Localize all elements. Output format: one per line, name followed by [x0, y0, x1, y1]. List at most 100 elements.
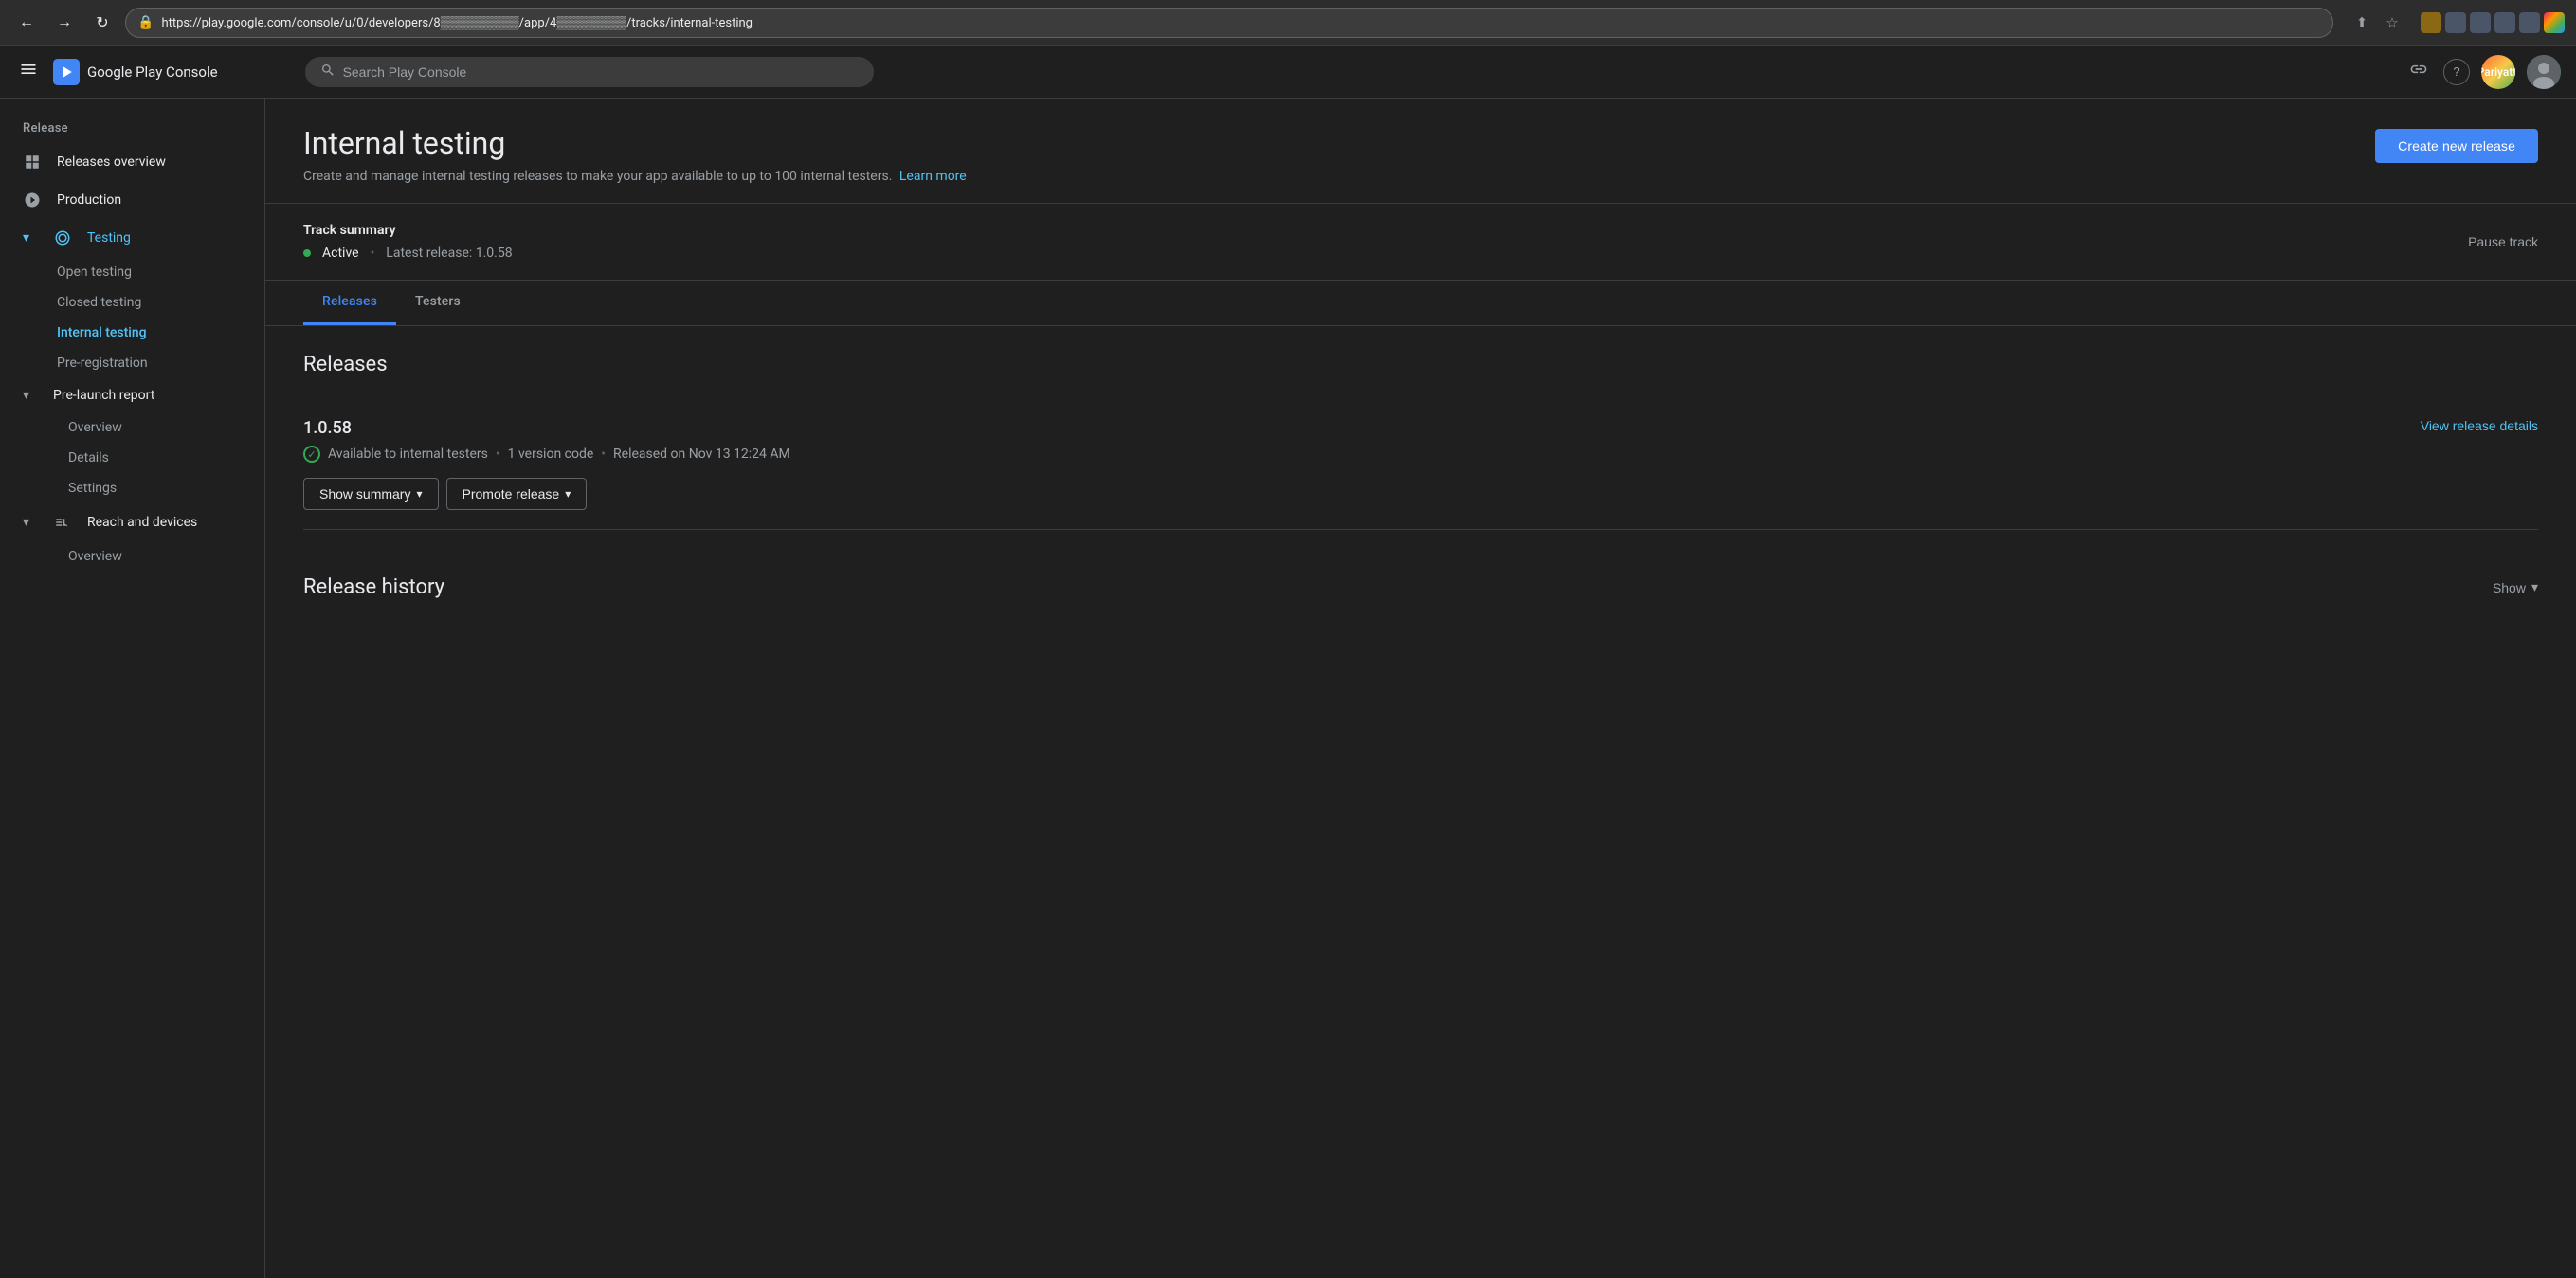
- open-testing-label: Open testing: [57, 265, 132, 280]
- sidebar-item-internal-testing[interactable]: Internal testing: [0, 318, 253, 348]
- overview-label: Overview: [68, 420, 122, 435]
- promote-release-button[interactable]: Promote release ▾: [446, 478, 588, 510]
- reach-devices-label: Reach and devices: [87, 515, 197, 530]
- global-nav: Google Play Console ? Pariyatti: [0, 46, 2576, 99]
- play-console-logo-icon: [53, 59, 80, 85]
- app-logo: Google Play Console: [53, 59, 218, 85]
- testing-chevron: ▾: [23, 230, 38, 246]
- show-history-button[interactable]: Show ▾: [2493, 579, 2538, 595]
- browser-actions: ⬆ ☆: [2349, 9, 2405, 36]
- app-icon[interactable]: Pariyatti: [2481, 55, 2515, 89]
- promote-chevron: ▾: [565, 487, 571, 501]
- testing-label: Testing: [87, 230, 131, 246]
- search-input[interactable]: [343, 64, 859, 80]
- settings-label: Settings: [68, 481, 117, 496]
- view-release-details-link[interactable]: View release details: [2421, 418, 2538, 433]
- closed-testing-label: Closed testing: [57, 295, 141, 310]
- show-summary-chevron: ▾: [416, 487, 422, 501]
- release-header-row: 1.0.58 View release details: [303, 418, 2538, 438]
- reach-chevron: ▾: [23, 515, 38, 530]
- version-code: 1 version code: [508, 447, 594, 462]
- sidebar-item-production[interactable]: Production: [0, 181, 253, 219]
- track-summary: Track summary Active • Latest release: 1…: [265, 204, 2576, 281]
- hamburger-button[interactable]: [15, 56, 42, 88]
- tab-releases[interactable]: Releases: [303, 281, 396, 325]
- details-label: Details: [68, 450, 109, 466]
- app-display-name: Pariyatti: [2481, 65, 2515, 79]
- track-summary-title: Track summary: [303, 223, 513, 238]
- release-status-row: ✓ Available to internal testers • 1 vers…: [303, 446, 2538, 463]
- sidebar-item-details[interactable]: Details: [0, 443, 253, 473]
- sidebar-item-pre-registration[interactable]: Pre-registration: [0, 348, 253, 378]
- show-history-chevron: ▾: [2531, 579, 2538, 595]
- url-text: https://play.google.com/console/u/0/deve…: [161, 15, 2321, 30]
- nav-actions: ? Pariyatti: [2405, 55, 2561, 89]
- sidebar-release-label: Release: [0, 106, 264, 143]
- production-label: Production: [57, 192, 121, 208]
- release-history-section: Release history Show ▾: [265, 557, 2576, 645]
- production-icon: [23, 191, 42, 210]
- release-date: Released on Nov 13 12:24 AM: [613, 447, 790, 462]
- release-history-title: Release history: [303, 575, 444, 599]
- main-layout: Release Releases overview Production ▾: [0, 99, 2576, 1278]
- help-icon-button[interactable]: ?: [2443, 59, 2470, 85]
- url-bar[interactable]: 🔒 https://play.google.com/console/u/0/de…: [125, 8, 2333, 38]
- testing-icon: [53, 228, 72, 247]
- release-history-header: Release history Show ▾: [303, 557, 2538, 618]
- releases-title: Releases: [303, 353, 2538, 376]
- browser-chrome: ← → ↻ 🔒 https://play.google.com/console/…: [0, 0, 2576, 46]
- status-dot: [303, 249, 311, 257]
- user-avatar[interactable]: [2527, 55, 2561, 89]
- back-button[interactable]: ←: [11, 8, 42, 38]
- forward-button[interactable]: →: [49, 8, 80, 38]
- track-summary-left: Track summary Active • Latest release: 1…: [303, 223, 513, 261]
- release-actions: Show summary ▾ Promote release ▾: [303, 478, 2538, 510]
- sidebar-item-reach-devices[interactable]: ▾ Reach and devices: [0, 503, 253, 541]
- track-status: Active: [322, 246, 359, 261]
- create-new-release-button[interactable]: Create new release: [2375, 129, 2538, 163]
- reach-overview-label: Overview: [68, 549, 122, 564]
- search-bar[interactable]: [305, 57, 874, 87]
- reach-devices-icon: [53, 513, 72, 532]
- search-icon: [320, 63, 336, 82]
- pre-launch-chevron: ▾: [23, 388, 38, 403]
- tab-testers[interactable]: Testers: [396, 281, 480, 325]
- status-check-icon: ✓: [303, 446, 320, 463]
- refresh-button[interactable]: ↻: [87, 8, 118, 38]
- page-header-left: Internal testing Create and manage inter…: [303, 125, 967, 184]
- lock-icon: 🔒: [137, 15, 154, 30]
- release-item: 1.0.58 View release details ✓ Available …: [303, 399, 2538, 530]
- show-summary-button[interactable]: Show summary ▾: [303, 478, 439, 510]
- releases-overview-label: Releases overview: [57, 155, 166, 170]
- pause-track-button[interactable]: Pause track: [2468, 234, 2538, 249]
- pre-launch-label: Pre-launch report: [53, 388, 154, 403]
- sidebar-item-overview[interactable]: Overview: [0, 412, 253, 443]
- track-status-row: Active • Latest release: 1.0.58: [303, 246, 513, 261]
- sidebar-item-closed-testing[interactable]: Closed testing: [0, 287, 253, 318]
- release-version: 1.0.58: [303, 418, 352, 438]
- tabs-container: Releases Testers: [265, 281, 2576, 326]
- sidebar-item-pre-launch-report[interactable]: ▾ Pre-launch report: [0, 378, 253, 412]
- track-summary-row: Track summary Active • Latest release: 1…: [303, 223, 2538, 261]
- pre-registration-label: Pre-registration: [57, 356, 148, 371]
- latest-release-info: Latest release: 1.0.58: [386, 246, 512, 261]
- sidebar-item-testing[interactable]: ▾ Testing: [0, 219, 253, 257]
- internal-testing-label: Internal testing: [57, 325, 147, 340]
- bookmark-icon[interactable]: ☆: [2379, 9, 2405, 36]
- share-icon[interactable]: ⬆: [2349, 9, 2375, 36]
- page-title: Internal testing: [303, 125, 967, 161]
- sidebar: Release Releases overview Production ▾: [0, 99, 265, 1278]
- page-description: Create and manage internal testing relea…: [303, 169, 967, 184]
- sidebar-item-reach-overview[interactable]: Overview: [0, 541, 253, 572]
- releases-overview-icon: [23, 153, 42, 172]
- sidebar-item-releases-overview[interactable]: Releases overview: [0, 143, 253, 181]
- sidebar-item-settings[interactable]: Settings: [0, 473, 253, 503]
- releases-section: Releases 1.0.58 View release details ✓ A…: [265, 326, 2576, 557]
- main-content: Internal testing Create and manage inter…: [265, 99, 2576, 1278]
- link-icon-button[interactable]: [2405, 56, 2432, 87]
- app-name: Google Play Console: [87, 64, 218, 81]
- learn-more-link[interactable]: Learn more: [899, 169, 967, 184]
- sidebar-item-open-testing[interactable]: Open testing: [0, 257, 253, 287]
- extension-icons: [2421, 12, 2565, 33]
- release-status: Available to internal testers: [328, 447, 488, 462]
